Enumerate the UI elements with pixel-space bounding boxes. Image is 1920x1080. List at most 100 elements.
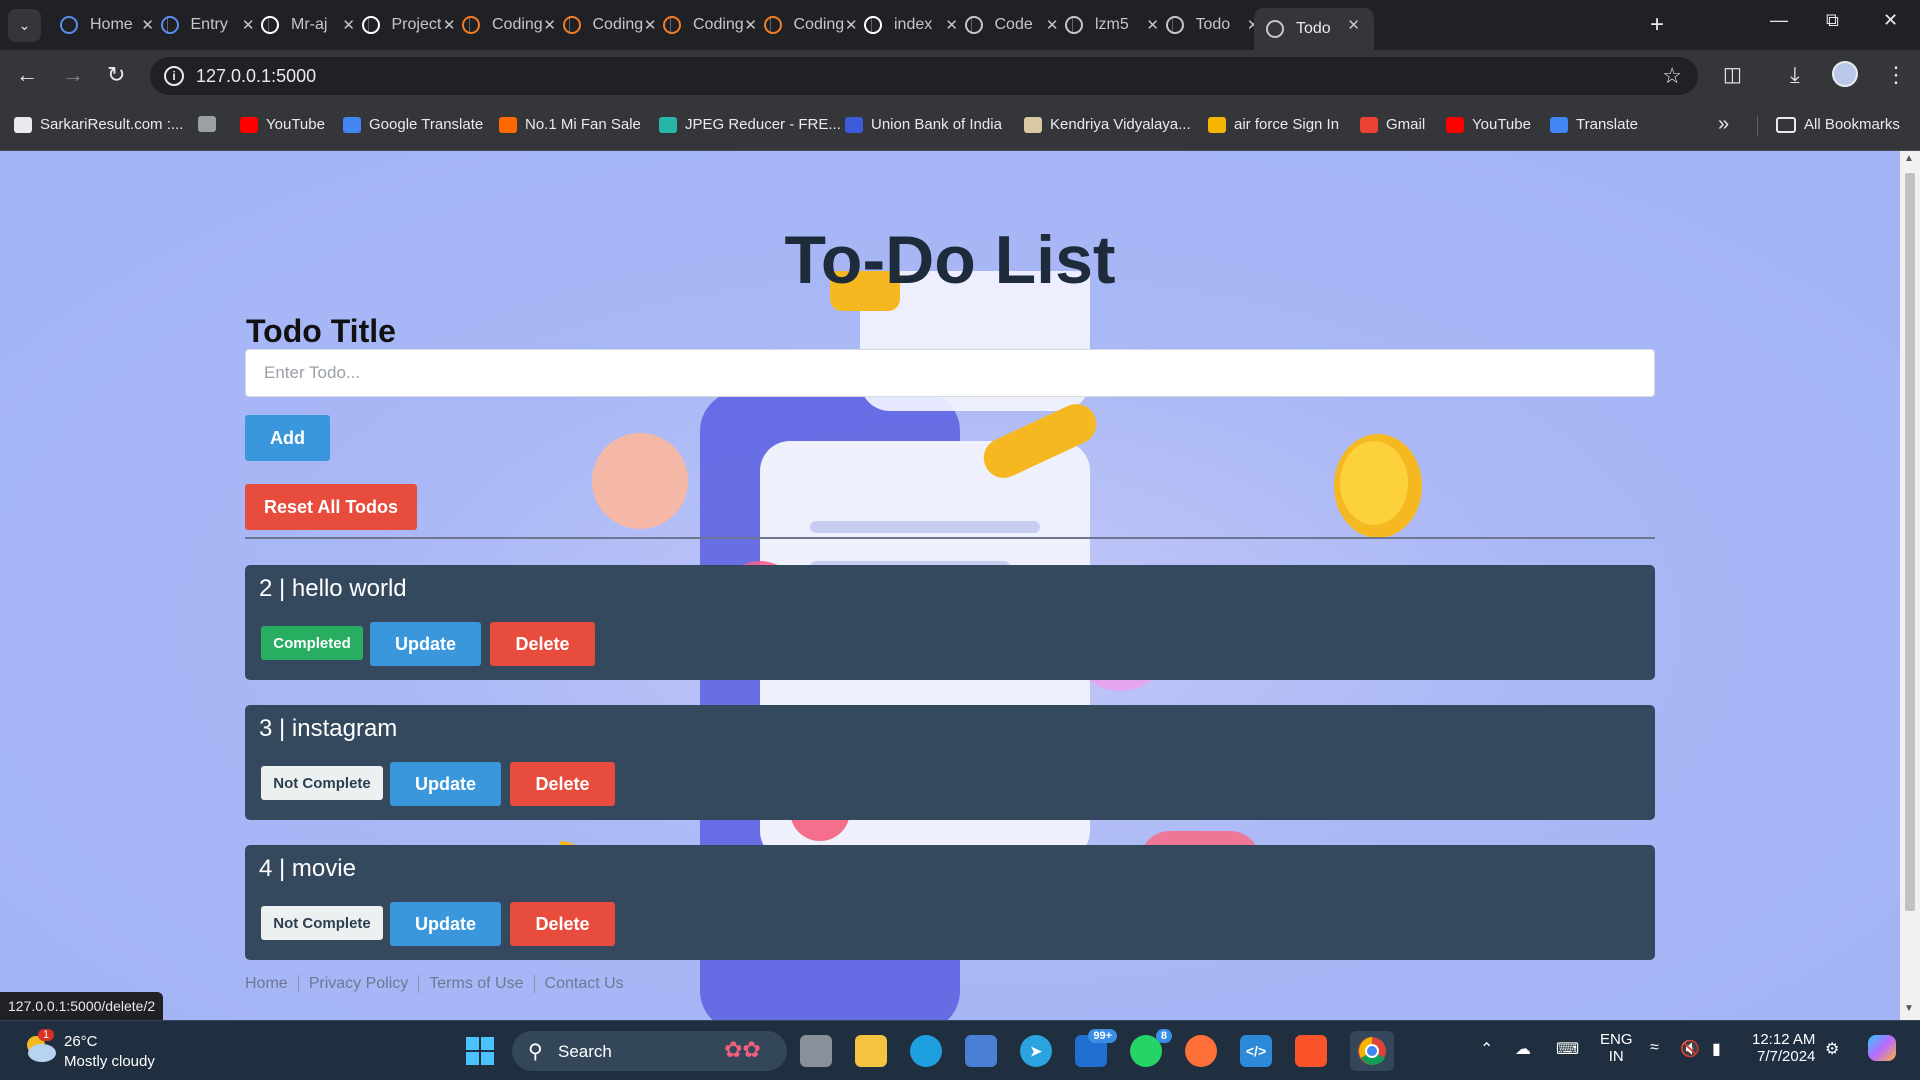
footer-link[interactable]: Privacy Policy xyxy=(299,975,420,993)
tab-title: Code xyxy=(994,16,1033,33)
add-button[interactable]: Add xyxy=(245,415,330,461)
clock[interactable]: 12:12 AM 7/7/2024 xyxy=(1752,1031,1815,1065)
tab-title: Coding xyxy=(693,16,744,33)
firefox-icon[interactable] xyxy=(1185,1035,1217,1067)
language-indicator[interactable]: ENG IN xyxy=(1600,1031,1633,1065)
footer-link[interactable]: Contact Us xyxy=(535,975,634,993)
scroll-down-icon[interactable]: ▼ xyxy=(1904,1003,1914,1014)
reload-icon[interactable]: ↻ xyxy=(107,62,125,88)
file-explorer-icon[interactable] xyxy=(855,1035,887,1067)
footer-link[interactable]: Terms of Use xyxy=(419,975,535,993)
extensions-icon[interactable]: ◫ xyxy=(1723,62,1742,87)
bookmark-item[interactable]: Translate xyxy=(1550,116,1638,133)
bookmark-item[interactable]: JPEG Reducer - FRE... xyxy=(659,116,841,133)
telegram-icon[interactable]: ➤ xyxy=(1020,1035,1052,1067)
vscode-icon[interactable]: </> xyxy=(1240,1035,1272,1067)
weather-icon[interactable]: 1 xyxy=(22,1029,56,1063)
forward-icon[interactable]: → xyxy=(62,62,84,88)
bookmark-item[interactable]: No.1 Mi Fan Sale xyxy=(499,116,641,133)
whatsapp-icon[interactable]: 8 xyxy=(1130,1029,1172,1067)
update-button[interactable]: Update xyxy=(390,762,501,806)
new-tab-icon[interactable]: + xyxy=(1650,11,1664,39)
bookmark-item[interactable]: SarkariResult.com :... xyxy=(14,116,183,133)
copilot-icon[interactable] xyxy=(1868,1035,1896,1061)
tab-title: Entry xyxy=(190,16,228,33)
update-button[interactable]: Update xyxy=(390,902,501,946)
codewithharry-icon xyxy=(663,16,681,34)
profile-avatar[interactable] xyxy=(1832,61,1858,87)
scroll-up-icon[interactable]: ▲ xyxy=(1904,153,1914,164)
menu-kebab-icon[interactable]: ⋮ xyxy=(1885,62,1907,88)
scrollbar[interactable]: ▲ ▼ xyxy=(1900,151,1920,1020)
tab-search-icon[interactable]: ⌄ xyxy=(8,9,41,42)
scroll-thumb[interactable] xyxy=(1905,173,1915,911)
wifi-icon[interactable]: ≈ xyxy=(1650,1039,1659,1057)
tab-title: Coding xyxy=(793,16,845,33)
bookmark-item[interactable]: Kendriya Vidyalaya... xyxy=(1024,116,1191,133)
globe-icon xyxy=(1065,16,1083,34)
reset-all-todos-button[interactable]: Reset All Todos xyxy=(245,484,417,530)
taskbar-search[interactable]: ⚲ Search ✿✿ xyxy=(512,1031,787,1071)
bookmark-favicon-icon xyxy=(240,116,258,133)
edge-icon[interactable] xyxy=(910,1035,942,1067)
todo-input[interactable] xyxy=(245,349,1655,397)
onedrive-icon[interactable]: ☁ xyxy=(1515,1039,1531,1059)
browser-tab[interactable]: Todo ✕ xyxy=(1254,8,1374,50)
bookmark-label: YouTube xyxy=(266,116,325,133)
battery-icon[interactable]: ▮ xyxy=(1712,1039,1721,1059)
bookmark-item[interactable]: YouTube xyxy=(1446,116,1531,133)
language-code: ENG xyxy=(1600,1031,1633,1048)
more-bookmarks-icon[interactable]: » xyxy=(1718,113,1729,136)
bookmark-item[interactable] xyxy=(198,116,224,132)
globe-icon xyxy=(964,16,983,34)
weather-desc[interactable]: Mostly cloudy xyxy=(64,1053,155,1070)
update-button[interactable]: Update xyxy=(370,622,481,666)
taskbar-search-label: Search xyxy=(558,1042,612,1061)
tab-title: Todo xyxy=(1296,20,1331,37)
bookmark-item[interactable]: Google Translate xyxy=(343,116,483,133)
site-info-icon[interactable]: i xyxy=(164,66,184,86)
bookmark-label: Gmail xyxy=(1386,116,1426,133)
codepen-icon xyxy=(864,16,882,34)
minimize-icon[interactable]: — xyxy=(1770,10,1788,31)
time: 12:12 AM xyxy=(1752,1031,1816,1048)
bookmark-item[interactable]: YouTube xyxy=(240,116,325,133)
bookmark-star-icon[interactable]: ☆ xyxy=(1662,63,1682,89)
delete-button[interactable]: Delete xyxy=(490,622,595,666)
outlook-icon[interactable]: 99+ xyxy=(1075,1029,1117,1067)
bookmark-item[interactable]: air force Sign In xyxy=(1208,116,1339,133)
delete-button[interactable]: Delete xyxy=(510,762,615,806)
bookmark-favicon-icon xyxy=(1550,116,1568,133)
status-badge: Completed xyxy=(261,626,363,660)
weather-temp[interactable]: 26°C xyxy=(64,1033,98,1050)
address-bar[interactable]: i 127.0.0.1:5000 ☆ xyxy=(150,57,1698,95)
bookmark-favicon-icon xyxy=(1360,116,1378,133)
task-view-icon[interactable] xyxy=(800,1035,832,1067)
url-text[interactable]: 127.0.0.1:5000 xyxy=(196,66,316,87)
chrome-icon[interactable] xyxy=(1350,1031,1394,1071)
bookmark-item[interactable]: Union Bank of India xyxy=(845,116,1002,133)
bookmark-label: JPEG Reducer - FRE... xyxy=(685,116,841,133)
keyboard-icon[interactable]: ⌨ xyxy=(1556,1039,1579,1059)
delete-button[interactable]: Delete xyxy=(510,902,615,946)
bookmark-label: air force Sign In xyxy=(1234,116,1340,133)
close-window-icon[interactable]: ✕ xyxy=(1883,10,1898,31)
footer-link[interactable]: Home xyxy=(245,975,299,993)
show-hidden-icons[interactable]: ⌃ xyxy=(1480,1039,1493,1059)
codewithharry-icon xyxy=(562,16,581,34)
brave-icon[interactable] xyxy=(1295,1035,1327,1067)
restore-icon[interactable]: ⧉ xyxy=(1826,10,1839,31)
back-icon[interactable]: ← xyxy=(16,62,38,88)
all-bookmarks-button[interactable]: All Bookmarks xyxy=(1776,116,1900,133)
close-tab-icon[interactable]: ✕ xyxy=(1347,16,1360,34)
store-icon[interactable] xyxy=(965,1035,997,1067)
bookmark-favicon-icon xyxy=(1024,116,1042,133)
volume-muted-icon[interactable]: 🔇 xyxy=(1680,1039,1700,1059)
globe-icon xyxy=(1266,20,1284,38)
download-icon[interactable]: ⤓ xyxy=(1790,62,1800,88)
bookmark-favicon-icon xyxy=(845,116,863,133)
notification-settings-icon[interactable]: ⚙ xyxy=(1825,1039,1839,1059)
windows-start-icon[interactable] xyxy=(464,1035,496,1067)
divider xyxy=(245,537,1655,539)
bookmark-item[interactable]: Gmail xyxy=(1360,116,1425,133)
